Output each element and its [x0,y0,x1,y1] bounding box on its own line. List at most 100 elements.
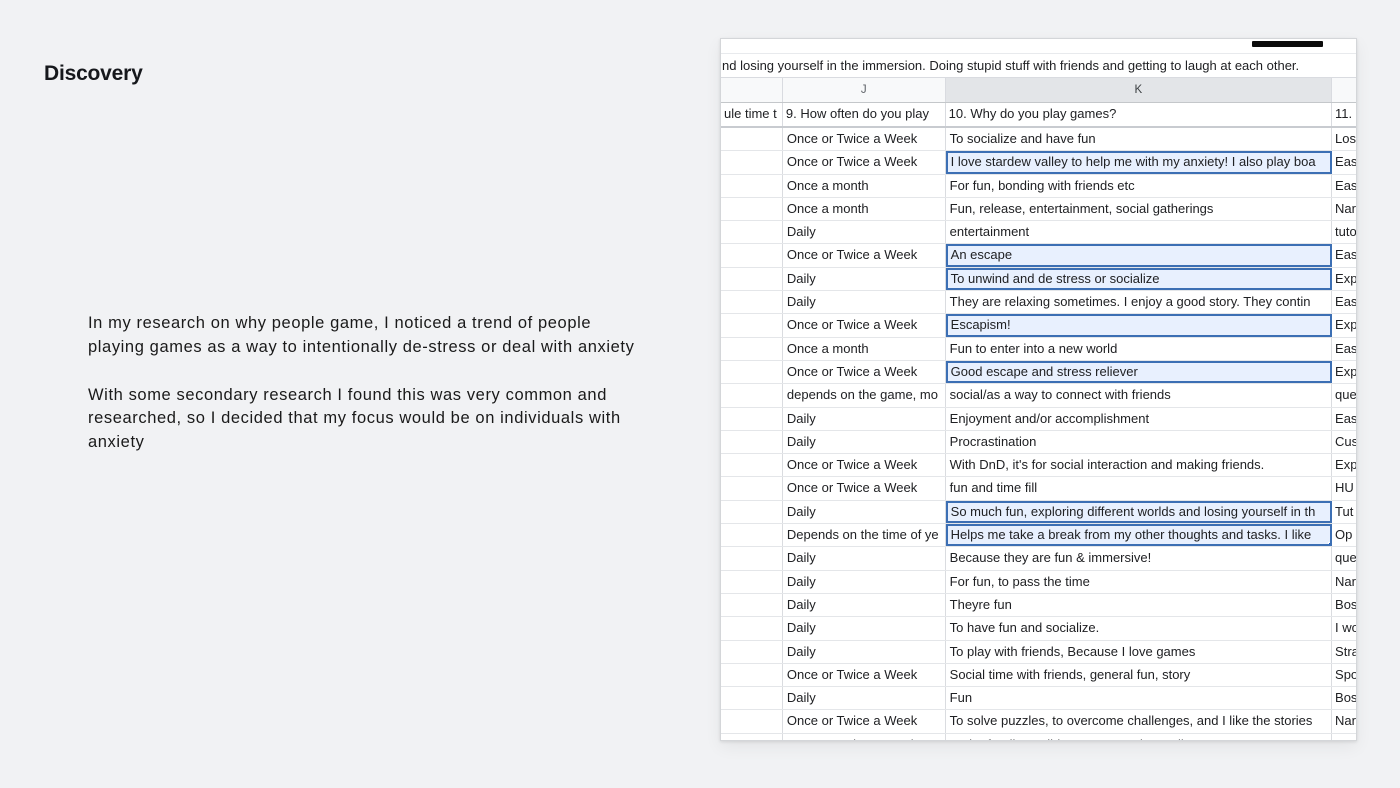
cell-k-reason[interactable]: I love stardew valley to help me with my… [945,151,1333,174]
table-row[interactable]: depends on the game, mo social/as a way t… [721,384,1356,408]
cell-k-reason[interactable]: An escape [945,244,1333,267]
cell-i[interactable] [721,128,783,151]
cell-l[interactable]: Nar [1332,198,1356,220]
table-row[interactable]: Once or Twice a Week An escape Eas [721,244,1356,268]
cell-l[interactable]: Stra [1332,641,1356,663]
cell-i[interactable] [721,687,783,710]
spreadsheet-grid[interactable]: Once or Twice a Week To socialize and hav… [721,128,1356,740]
table-row[interactable]: Daily Theyre fun Bos [721,593,1356,618]
cell-i[interactable] [721,547,783,570]
column-header-l[interactable] [1332,78,1356,102]
column-header-i[interactable] [721,78,783,102]
cell-k-reason[interactable]: Because they are fun & immersive! [946,547,1333,570]
cell-i[interactable] [721,291,783,314]
cell-i[interactable] [721,524,783,547]
cell-j-frequency[interactable]: Daily [783,221,946,244]
cell-k-reason[interactable]: Fun to enter into a new world [946,337,1333,360]
cell-l[interactable]: Eas [1332,244,1356,266]
cell-j-frequency[interactable]: Depends on the time of ye [783,524,946,547]
cell-j-frequency[interactable]: Daily [783,267,946,291]
table-row[interactable]: Once or Twice a Week To solve puzzles, to… [721,710,1356,734]
cell-j-frequency[interactable]: Daily [783,500,946,524]
cell-l[interactable]: Bos [1332,687,1356,709]
cell-l[interactable]: Cus [1332,431,1356,453]
cell-i[interactable] [721,197,783,221]
cell-i[interactable] [721,733,783,740]
cell-l[interactable]: Nar [1332,571,1356,593]
table-row[interactable]: Once a month Fun, release, entertainment,… [721,197,1356,222]
cell-i[interactable] [721,640,783,663]
question-cell-j[interactable]: 9. How often do you play [783,103,946,126]
cell-k-reason[interactable]: To play with friends, Because I love gam… [946,640,1333,663]
cell-l[interactable]: Op [1332,524,1356,546]
question-cell-l[interactable]: 11. [1332,103,1356,126]
cell-k-reason[interactable]: Social time with friends, general fun, s… [946,663,1333,687]
table-row[interactable]: Once a month Fun to enter into a new worl… [721,337,1356,361]
cell-k-reason[interactable]: To socialize and have fun [946,128,1333,151]
table-row[interactable]: Daily entertainment tuto [721,221,1356,245]
cell-k-reason[interactable]: Fun, release, entertainment, social gath… [946,197,1333,221]
cell-l[interactable]: que [1332,547,1356,569]
cell-i[interactable] [721,663,783,687]
table-row[interactable]: Daily Enjoyment and/or accomplishment Eas [721,407,1356,431]
cell-i[interactable] [721,500,783,524]
table-row[interactable]: Once or Twice a Week Good escape and stre… [721,360,1356,385]
table-row[interactable]: Daily Procrastination Cus [721,430,1356,455]
cell-j-frequency[interactable]: Daily [783,617,946,640]
cell-j-frequency[interactable]: Daily [783,687,946,710]
table-row[interactable]: Daily So much fun, exploring different wo… [721,500,1356,525]
question-cell-i[interactable]: ule time t [721,103,783,126]
table-row[interactable]: Daily Fun Bos [721,687,1356,711]
cell-l[interactable]: Qu [1332,734,1356,740]
cell-j-frequency[interactable]: Daily [783,640,946,663]
cell-j-frequency[interactable]: Once a month [783,197,946,221]
spreadsheet-window[interactable]: nd losing yourself in the immersion. Doi… [720,38,1357,741]
column-header-j[interactable]: J [782,78,946,102]
cell-l[interactable]: Eas [1332,291,1356,313]
cell-k-reason[interactable]: Theyre fun [946,593,1333,617]
cell-l[interactable]: Bos [1332,594,1356,616]
cell-j-frequency[interactable]: Daily [783,291,946,314]
cell-i[interactable] [721,267,783,291]
cell-i[interactable] [721,407,783,430]
cell-j-frequency[interactable]: Once or Twice a Week [783,733,946,740]
table-row[interactable]: Once or Twice a WeekPath of Exile, Guild… [721,733,1356,740]
cell-j-frequency[interactable]: Once or Twice a Week [783,454,946,477]
cell-k-reason[interactable]: They are relaxing sometimes. I enjoy a g… [946,291,1333,314]
cell-k-reason[interactable]: Helps me take a break from my other thou… [945,524,1333,547]
cell-l[interactable]: Nar [1332,710,1356,732]
cell-l[interactable]: Exp [1332,361,1356,383]
cell-l[interactable]: Tut [1332,501,1356,523]
cell-l[interactable]: Exp [1332,454,1356,476]
cell-k-reason[interactable]: Procrastination [946,430,1333,454]
cell-j-frequency[interactable]: Once or Twice a Week [783,663,946,687]
cell-j-frequency[interactable]: depends on the game, mo [783,384,946,407]
cell-i[interactable] [721,360,783,384]
cell-l[interactable]: que [1332,384,1356,406]
cell-i[interactable] [721,593,783,617]
horizontal-scrollbar-track[interactable] [721,39,1356,54]
cell-l[interactable]: Los [1332,128,1356,150]
table-row[interactable]: Daily For fun, to pass the time Nar [721,570,1356,594]
cell-j-frequency[interactable]: Once or Twice a Week [783,314,946,337]
cell-i[interactable] [721,151,783,174]
cell-j-frequency[interactable]: Daily [783,547,946,570]
cell-k-reason[interactable]: For fun, to pass the time [946,570,1333,593]
cell-i[interactable] [721,174,783,197]
cell-k-reason[interactable]: So much fun, exploring different worlds … [945,500,1333,524]
cell-k-reason[interactable]: Path of Exile, Guild Wars 2, Stardew Val… [946,733,1333,740]
table-row[interactable]: Once or Twice a Week I love stardew valle… [721,151,1356,175]
cell-l[interactable]: Spo [1332,664,1356,686]
cell-j-frequency[interactable]: Once or Twice a Week [783,151,946,174]
horizontal-scrollbar-thumb[interactable] [1252,41,1323,47]
table-row[interactable]: Daily They are relaxing sometimes. I enjo… [721,291,1356,315]
cell-j-frequency[interactable]: Daily [783,407,946,430]
cell-i[interactable] [721,314,783,337]
cell-k-reason[interactable]: entertainment [946,221,1333,244]
cell-k-reason[interactable]: Escapism! [945,314,1333,337]
table-row[interactable]: Daily To unwind and de stress or socializ… [721,267,1356,292]
table-row[interactable]: DailyTo have fun and socialize.I wo [721,617,1356,641]
cell-l[interactable]: Exp [1332,268,1356,290]
table-row[interactable]: Daily To play with friends, Because I lov… [721,640,1356,664]
cell-k-reason[interactable]: To unwind and de stress or socialize [945,267,1333,291]
